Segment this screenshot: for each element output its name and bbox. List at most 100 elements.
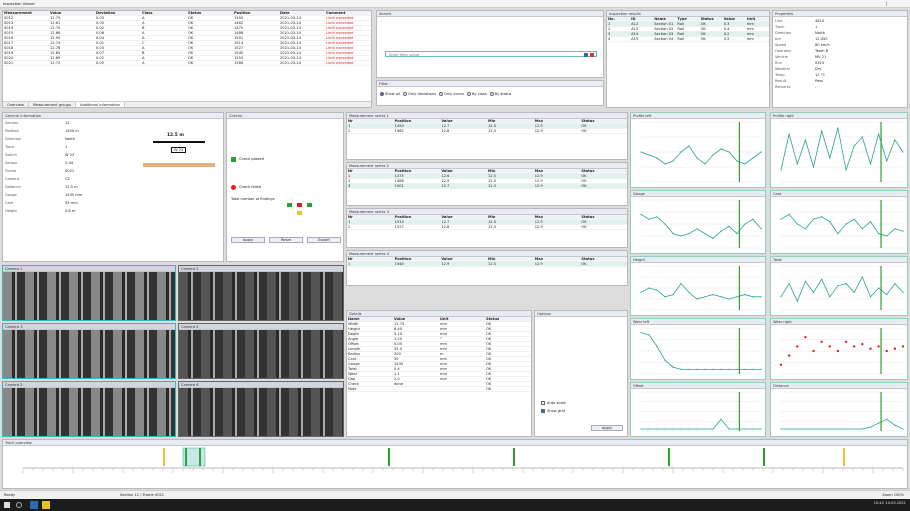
column-header[interactable]: Position	[394, 215, 441, 219]
reset-button[interactable]: Reset	[269, 237, 303, 243]
filter-option[interactable]: Show all	[380, 91, 400, 97]
chart-panel[interactable]: Distance	[770, 382, 908, 437]
window-controls[interactable]	[886, 1, 906, 6]
filter-option[interactable]: By status	[489, 91, 511, 97]
table-row[interactable]: 0021 12.72 0.05 A OK 1566 2021-03-14 Limit exce…	[3, 61, 371, 66]
column-header[interactable]: Status	[580, 215, 627, 219]
tab-1[interactable]: Measurement groups	[29, 102, 77, 107]
timeline-marker[interactable]	[513, 448, 515, 466]
timeline-marker[interactable]	[668, 448, 670, 466]
column-header[interactable]: Date	[279, 11, 325, 15]
column-header[interactable]: Status	[580, 169, 627, 173]
column-header[interactable]: Nr	[347, 169, 394, 173]
column-header[interactable]: Max	[534, 169, 581, 173]
radio-icon[interactable]	[439, 92, 443, 96]
column-header[interactable]: Name	[653, 17, 676, 21]
radio-icon[interactable]	[489, 92, 494, 96]
column-header[interactable]: Status	[485, 317, 531, 321]
column-header[interactable]: No.	[607, 17, 630, 21]
column-header[interactable]: Unit	[439, 317, 485, 321]
column-header[interactable]: Status	[700, 17, 723, 21]
chart-panel[interactable]: Wear right	[770, 318, 908, 380]
column-header[interactable]: Value	[440, 169, 487, 173]
timeline-track[interactable]	[3, 446, 907, 488]
chart-panel[interactable]: Profile left	[630, 112, 766, 188]
options-apply-button[interactable]: Apply	[591, 425, 623, 431]
chart-panel[interactable]: Gauge	[630, 190, 766, 254]
column-header[interactable]: Name	[347, 317, 393, 321]
column-header[interactable]: Position	[233, 11, 279, 15]
timeline-marker[interactable]	[763, 448, 765, 466]
column-header[interactable]: Comment	[325, 11, 371, 15]
column-header[interactable]: Nr	[347, 257, 394, 261]
column-header[interactable]: Nr	[347, 215, 394, 219]
table-row[interactable]: 2 1462 12.8 12.5 12.9 OK	[347, 129, 627, 134]
camera-view[interactable]: Camera 3	[2, 323, 176, 379]
chart-panel[interactable]: Offset	[630, 382, 766, 437]
show-grid-checkbox[interactable]	[541, 409, 545, 413]
chart-panel[interactable]: Twist	[770, 256, 908, 316]
camera-view[interactable]: Camera 1	[2, 265, 176, 321]
column-header[interactable]: Value	[393, 317, 439, 321]
column-header[interactable]: Value	[440, 257, 487, 261]
column-header[interactable]: Position	[394, 119, 441, 123]
camera-view[interactable]: Camera 2	[178, 265, 344, 321]
column-header[interactable]: Value	[49, 11, 95, 15]
filter-option[interactable]: Only deviations	[403, 91, 436, 97]
column-header[interactable]: Class	[141, 11, 187, 15]
search-field[interactable]: Enter filter value	[385, 51, 597, 57]
tab-0[interactable]: Overview	[3, 102, 29, 107]
column-header[interactable]: Position	[394, 257, 441, 261]
radio-icon[interactable]	[380, 92, 384, 96]
column-header[interactable]: Status	[580, 119, 627, 123]
radio-icon[interactable]	[466, 92, 471, 96]
apply-button[interactable]: Apply	[231, 237, 265, 243]
chart-panel[interactable]: Wear left	[630, 318, 766, 380]
search-taskbar-icon[interactable]	[16, 502, 22, 508]
search-input[interactable]: Enter filter value	[389, 53, 419, 57]
chart-panel[interactable]: Cant	[770, 190, 908, 254]
app-icon[interactable]	[42, 501, 50, 509]
clear-icon[interactable]	[590, 53, 594, 57]
column-header[interactable]: Max	[534, 215, 581, 219]
column-header[interactable]: Value	[440, 119, 487, 123]
column-header[interactable]: Measurement	[3, 11, 49, 15]
filter-option[interactable]: By class	[466, 91, 487, 97]
timeline-marker[interactable]	[163, 448, 165, 466]
column-header[interactable]: Value	[723, 17, 746, 21]
column-header[interactable]: Min	[487, 169, 534, 173]
column-header[interactable]: Value	[440, 215, 487, 219]
auto-scale-checkbox[interactable]	[541, 401, 545, 405]
radio-icon[interactable]	[403, 92, 408, 96]
column-header[interactable]: Max	[534, 257, 581, 261]
column-header[interactable]: Min	[487, 119, 534, 123]
column-header[interactable]: Max	[534, 119, 581, 123]
column-header[interactable]: ID	[630, 17, 653, 21]
tab-2[interactable]: Additional information	[76, 102, 125, 107]
column-header[interactable]: Min	[487, 215, 534, 219]
timeline-marker[interactable]	[843, 448, 845, 466]
chart-panel[interactable]: Height	[630, 256, 766, 316]
table-row[interactable]: 2 1527 12.8 12.5 12.9 OK	[347, 225, 627, 230]
column-header[interactable]: Position	[394, 169, 441, 173]
column-header[interactable]: Min	[487, 257, 534, 261]
filter-option[interactable]: Only errors	[439, 91, 464, 97]
table-row[interactable]: 1 1540 12.9 12.5 12.9 OK	[347, 262, 627, 267]
column-header[interactable]: Status	[580, 257, 627, 261]
app-icon[interactable]	[30, 501, 38, 509]
column-header[interactable]: Unit	[746, 17, 769, 21]
table-row[interactable]: Note - OK	[347, 387, 531, 392]
camera-view[interactable]: Camera 5	[2, 381, 176, 437]
column-header[interactable]: Type	[676, 17, 699, 21]
timeline-marker[interactable]	[388, 448, 390, 466]
start-icon[interactable]	[4, 502, 10, 508]
table-row[interactable]: 3 1501 12.7 12.5 12.9 OK	[347, 184, 627, 189]
column-header[interactable]: Status	[187, 11, 233, 15]
timeline-selection[interactable]	[182, 447, 206, 467]
chart-panel[interactable]: Profile right	[770, 112, 908, 188]
export-button[interactable]: Export	[307, 237, 341, 243]
column-header[interactable]: Nr	[347, 119, 394, 123]
camera-view[interactable]: Camera 6	[178, 381, 344, 437]
column-header[interactable]: Deviation	[95, 11, 141, 15]
table-row[interactable]: 4 A15 Section 04 Rail OK 0.5 mm	[607, 37, 769, 42]
